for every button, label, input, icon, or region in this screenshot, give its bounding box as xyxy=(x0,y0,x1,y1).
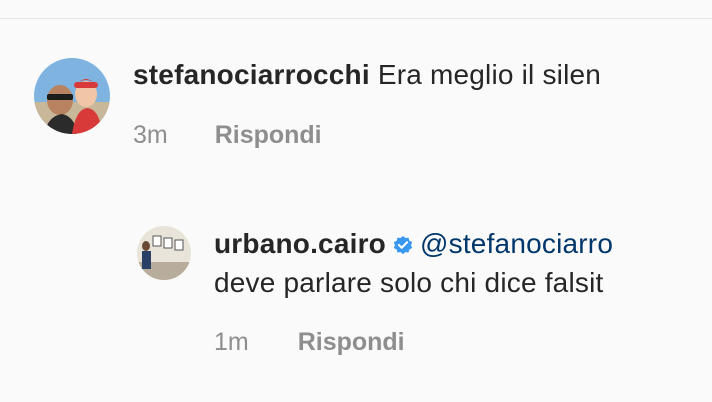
comment-body: Era meglio il silen xyxy=(377,59,602,90)
verified-badge-icon xyxy=(392,228,414,266)
comment-timestamp: 3m xyxy=(133,121,168,149)
reply-comment-text-line1: urbano.cairo @stefanociarro xyxy=(214,225,613,266)
avatar[interactable] xyxy=(34,58,110,134)
reply-button[interactable]: Rispondi xyxy=(215,118,322,152)
comment-meta: 3m Rispondi xyxy=(133,118,322,152)
avatar-image xyxy=(34,58,110,134)
comment-timestamp: 1m xyxy=(214,328,249,356)
comment-username[interactable]: urbano.cairo xyxy=(214,228,386,259)
comment-username[interactable]: stefanociarrocchi xyxy=(133,59,370,90)
mention-link[interactable]: @stefanociarro xyxy=(420,228,613,259)
avatar[interactable] xyxy=(137,226,191,280)
reply-button[interactable]: Rispondi xyxy=(298,325,405,359)
comment-meta: 1m Rispondi xyxy=(214,325,405,359)
reply-comment-text-line2: deve parlare solo chi dice falsit xyxy=(214,267,604,298)
top-divider xyxy=(0,18,712,19)
avatar-image xyxy=(137,226,191,280)
comment-text: stefanociarrocchi Era meglio il silen xyxy=(133,55,601,95)
